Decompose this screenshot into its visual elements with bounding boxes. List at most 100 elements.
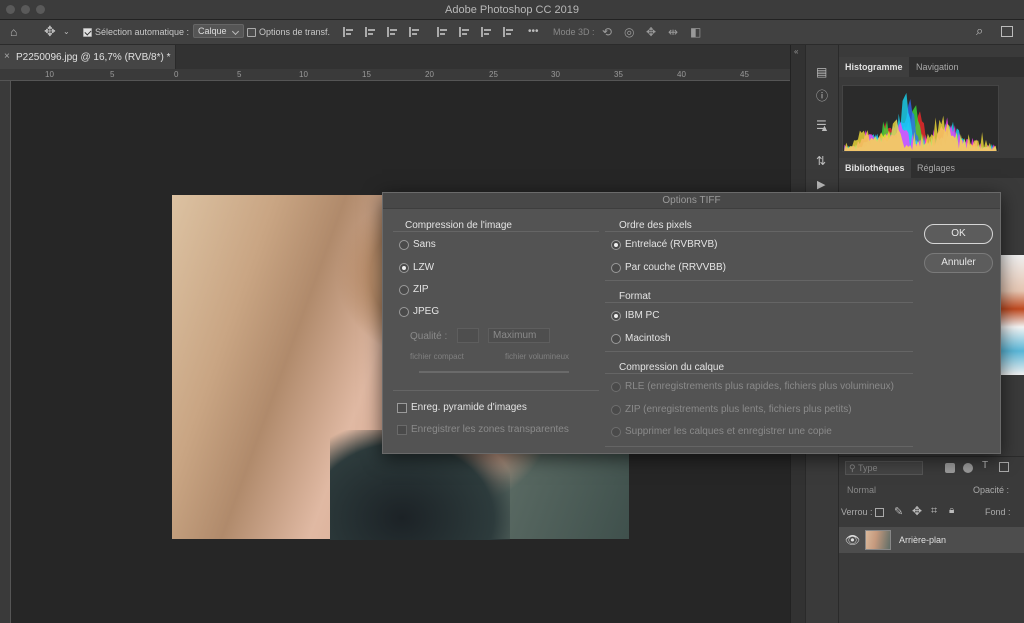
document-tab-label: P2250096.jpg @ 16,7% (RVB/8*) * <box>16 52 171 63</box>
blend-mode-select[interactable]: Normal <box>843 483 971 498</box>
compression-lzw-radio[interactable] <box>399 263 409 273</box>
layer-rle-radio[interactable] <box>611 382 621 392</box>
stamp-panel-icon[interactable]: ▲ <box>820 122 829 134</box>
home-icon[interactable]: ⌂ <box>10 26 17 38</box>
lock-all-icon[interactable]: 🔒︎ <box>949 505 954 516</box>
rotate-3d-icon[interactable]: ⟲ <box>602 26 612 38</box>
compression-lzw-label: LZW <box>413 262 435 273</box>
discard-layers-label: Supprimer les calques et enregistrer une… <box>625 426 832 437</box>
pixel-filter-icon[interactable] <box>945 463 955 473</box>
scale-3d-icon[interactable]: ◧ <box>690 26 701 38</box>
actions-panel-icon[interactable]: ⇅ <box>816 155 826 167</box>
dialog-title: Options TIFF <box>383 193 1000 209</box>
roll-3d-icon[interactable]: ◎ <box>624 26 634 38</box>
visibility-eye-icon[interactable]: 👁︎ <box>845 533 860 547</box>
play-panel-icon[interactable]: ▶ <box>817 179 825 191</box>
slide-3d-icon[interactable]: ⇹ <box>668 26 678 38</box>
history-panel-icon[interactable]: ▤ <box>816 66 827 78</box>
per-channel-label: Par couche (RRVVBB) <box>625 262 726 273</box>
transform-controls-label: Options de transf. <box>259 27 331 37</box>
tiff-options-dialog: Options TIFF Compression de l'image Sans… <box>382 192 1001 454</box>
compression-none-radio[interactable] <box>399 240 409 250</box>
lock-brush-icon[interactable]: ✎ <box>894 505 903 518</box>
layer-row[interactable]: 👁︎ Arrière-plan <box>839 527 1024 553</box>
large-file-label: fichier volumineux <box>505 352 570 361</box>
workspace-icon[interactable] <box>1001 26 1013 37</box>
adjustment-filter-icon[interactable] <box>963 463 973 473</box>
tab-adjustments[interactable]: Réglages <box>911 158 961 178</box>
ruler-tick-label: 35 <box>614 70 623 79</box>
align-center-h-icon[interactable] <box>365 27 375 37</box>
auto-select-checkbox[interactable] <box>83 28 92 37</box>
lock-artboard-icon[interactable]: ⌗ <box>931 505 937 518</box>
lock-position-icon[interactable]: ✥ <box>912 504 922 518</box>
auto-select-dropdown[interactable]: Calque <box>193 24 244 38</box>
tab-libraries[interactable]: Bibliothèques <box>839 158 911 178</box>
ruler-tick-label: 25 <box>489 70 498 79</box>
auto-select-label: Sélection automatique : <box>95 27 190 37</box>
quality-slider[interactable] <box>419 371 569 373</box>
type-filter-icon[interactable]: T <box>982 460 988 471</box>
ruler-tick-label: 45 <box>740 70 749 79</box>
shape-filter-icon[interactable] <box>999 462 1009 472</box>
transform-controls-checkbox[interactable] <box>247 28 256 37</box>
byte-order-group: Format IBM PC Macintosh <box>605 286 913 352</box>
compression-zip-radio[interactable] <box>399 285 409 295</box>
horizontal-ruler: 10 5 0 5 10 15 20 25 30 35 40 45 <box>0 69 790 81</box>
quality-select[interactable]: Maximum <box>488 328 550 343</box>
search-icon: ⚲ <box>849 463 858 473</box>
layer-thumbnail <box>865 530 891 550</box>
per-channel-radio[interactable] <box>611 263 621 273</box>
tab-histogram[interactable]: Histogramme <box>839 57 909 77</box>
move-tool-icon[interactable]: ✥ <box>44 24 56 38</box>
align-middle-icon[interactable] <box>459 27 469 37</box>
save-transparency-label: Enregistrer les zones transparentes <box>411 424 569 435</box>
search-icon[interactable]: ⌕ <box>976 24 983 37</box>
info-panel-icon[interactable]: ⓘ <box>816 90 828 102</box>
close-tab-icon[interactable]: × <box>4 51 10 62</box>
quality-input[interactable] <box>457 328 479 343</box>
ibm-pc-radio[interactable] <box>611 311 621 321</box>
ruler-tick-label: 15 <box>362 70 371 79</box>
align-right-icon[interactable] <box>387 27 397 37</box>
distribute-v-icon[interactable] <box>503 27 513 37</box>
histogram-tabs: Histogramme Navigation <box>839 57 1024 77</box>
library-thumbnail[interactable] <box>999 255 1024 375</box>
layer-zip-radio[interactable] <box>611 405 621 415</box>
align-bottom-icon[interactable] <box>481 27 491 37</box>
collapse-panels-icon[interactable]: « <box>794 47 798 56</box>
ruler-tick-label: 20 <box>425 70 434 79</box>
mode-3d-label: Mode 3D : <box>553 27 595 37</box>
format-title: Format <box>619 291 651 302</box>
tab-navigation[interactable]: Navigation <box>910 57 965 77</box>
ruler-tick-label: 0 <box>174 70 179 79</box>
interleaved-radio[interactable] <box>611 240 621 250</box>
drag-3d-icon[interactable]: ✥ <box>646 26 656 38</box>
align-top-icon[interactable] <box>437 27 447 37</box>
fill-label: Fond : <box>985 507 1011 517</box>
align-left-icon[interactable] <box>343 27 353 37</box>
ruler-tick-label: 5 <box>237 70 242 79</box>
macintosh-radio[interactable] <box>611 334 621 344</box>
ok-button[interactable]: OK <box>924 224 993 244</box>
pixel-order-group: Ordre des pixels Entrelacé (RVBRVB) Par … <box>605 215 913 281</box>
save-transparency-checkbox[interactable] <box>397 425 407 435</box>
save-pyramid-checkbox[interactable] <box>397 403 407 413</box>
more-options-button[interactable]: ••• <box>528 26 539 37</box>
interleaved-label: Entrelacé (RVBRVB) <box>625 239 718 250</box>
distribute-h-icon[interactable] <box>409 27 419 37</box>
chevron-down-icon[interactable]: ⌄ <box>63 26 70 38</box>
macintosh-label: Macintosh <box>625 333 671 344</box>
cancel-button[interactable]: Annuler <box>924 253 993 273</box>
compression-jpeg-radio[interactable] <box>399 307 409 317</box>
options-bar: ⌂ ✥ ⌄ Sélection automatique : Calque Opt… <box>0 20 1024 45</box>
layer-name: Arrière-plan <box>899 535 947 545</box>
ruler-tick-label: 10 <box>45 70 54 79</box>
image-compression-group: Compression de l'image Sans LZW ZIP JPEG… <box>393 215 599 391</box>
document-tab[interactable]: × P2250096.jpg @ 16,7% (RVB/8*) * <box>0 45 176 69</box>
lock-label: Verrou : <box>841 507 873 517</box>
lock-pixels-icon[interactable] <box>875 508 884 517</box>
layer-filter-select[interactable]: ⚲ Type <box>845 461 923 475</box>
discard-layers-radio[interactable] <box>611 427 621 437</box>
compression-jpeg-label: JPEG <box>413 306 440 317</box>
